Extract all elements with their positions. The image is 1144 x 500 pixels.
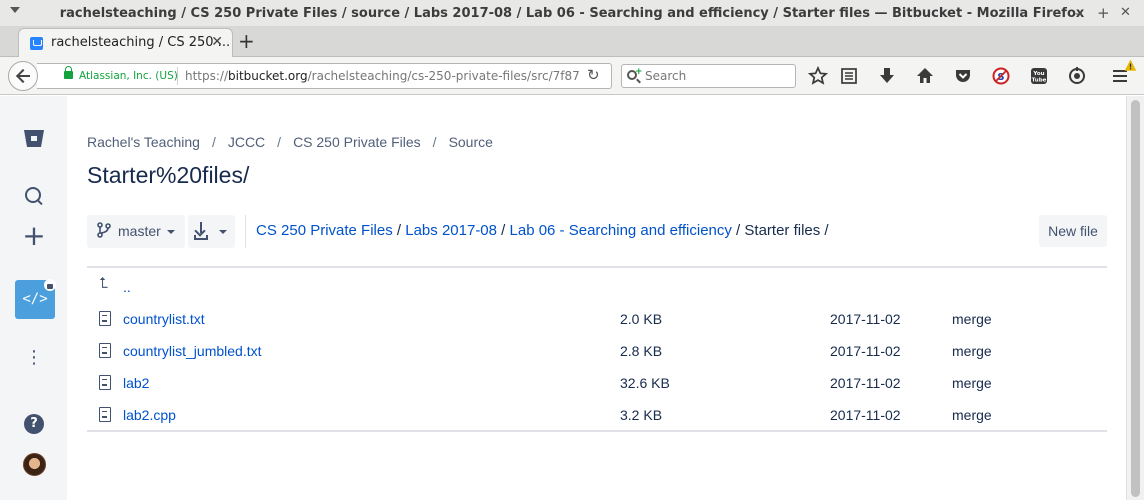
- breadcrumb-separator: /: [211, 134, 216, 150]
- file-name-link[interactable]: lab2.cpp: [123, 407, 176, 423]
- file-row[interactable]: countrylist_jumbled.txt 2.8 KB 2017-11-0…: [87, 341, 1107, 371]
- branch-selector[interactable]: master: [87, 215, 185, 248]
- user-avatar[interactable]: [23, 453, 46, 476]
- path-link-labs[interactable]: Labs 2017-08: [405, 222, 497, 239]
- ublock-icon[interactable]: S: [991, 66, 1011, 86]
- tab-close-icon[interactable]: ✕: [211, 34, 223, 50]
- file-size: 2.8 KB: [620, 343, 663, 359]
- warning-icon: [1124, 59, 1137, 71]
- extension-icon[interactable]: [1067, 66, 1087, 86]
- download-icon[interactable]: [877, 66, 897, 86]
- file-date: 2017-11-02: [830, 375, 901, 391]
- star-icon[interactable]: [808, 66, 828, 86]
- tab-strip: rachelsteaching / CS 250 ... ✕ +: [0, 27, 1144, 58]
- chevron-down-icon: [219, 230, 227, 234]
- tab-label: rachelsteaching / CS 250 ...: [51, 35, 231, 50]
- breadcrumb-item-source[interactable]: Source: [449, 134, 493, 150]
- chevron-down-icon: [167, 230, 175, 234]
- search-input[interactable]: [645, 67, 790, 85]
- new-tab-button[interactable]: +: [238, 30, 255, 52]
- minimize-button[interactable]: –: [1075, 4, 1083, 22]
- file-size: 3.2 KB: [620, 407, 663, 423]
- window-titlebar: rachelsteaching / CS 250 Private Files /…: [0, 0, 1144, 27]
- breadcrumb-item-project[interactable]: JCCC: [228, 134, 265, 150]
- parent-directory-link[interactable]: ..: [123, 279, 131, 295]
- tab-bitbucket[interactable]: rachelsteaching / CS 250 ... ✕: [18, 28, 233, 58]
- more-icon[interactable]: ⋮: [22, 346, 46, 370]
- file-table-bottom-border: [87, 430, 1107, 432]
- commit-message: merge: [952, 375, 992, 391]
- commit-message: merge: [952, 407, 992, 423]
- url-text[interactable]: https://bitbucket.org/rachelsteaching/cs…: [185, 69, 580, 83]
- help-icon[interactable]: ?: [24, 414, 44, 434]
- bitbucket-favicon-icon: [30, 37, 43, 50]
- search-engine-add-icon: +: [635, 67, 643, 77]
- file-size: 32.6 KB: [620, 375, 670, 391]
- commit-message: merge: [952, 343, 992, 359]
- back-button[interactable]: [8, 61, 38, 91]
- pocket-icon[interactable]: [953, 66, 973, 86]
- file-name-link[interactable]: countrylist.txt: [123, 311, 205, 327]
- path-link-lab06[interactable]: Lab 06 - Searching and efficiency: [510, 222, 732, 239]
- toolbar-divider: [245, 215, 246, 248]
- parent-directory-row[interactable]: ⮤ ..: [87, 275, 1107, 305]
- path-link-repo[interactable]: CS 250 Private Files: [256, 222, 393, 239]
- breadcrumb-item-repo[interactable]: CS 250 Private Files: [293, 134, 421, 150]
- search-box[interactable]: +: [621, 64, 796, 88]
- file-name-link[interactable]: countrylist_jumbled.txt: [123, 343, 262, 359]
- private-lock-icon: [44, 279, 56, 291]
- url-separator: [177, 67, 178, 85]
- breadcrumb: Rachel's Teaching / JCCC / CS 250 Private Fi…: [87, 134, 493, 150]
- file-path-navigation: CS 250 Private Files / Labs 2017-08 / La…: [256, 222, 829, 239]
- file-icon: [99, 311, 111, 326]
- file-icon: [99, 407, 111, 422]
- scrollbar-thumb[interactable]: [1131, 100, 1140, 497]
- svg-text:Tube: Tube: [1032, 78, 1047, 84]
- search-icon[interactable]: [22, 185, 46, 209]
- download-button[interactable]: [188, 215, 235, 248]
- maximize-button[interactable]: +: [1097, 4, 1110, 22]
- branch-label: master: [118, 223, 161, 239]
- file-row[interactable]: lab2 32.6 KB 2017-11-02 merge: [87, 373, 1107, 403]
- breadcrumb-separator: /: [277, 134, 282, 150]
- file-name-link[interactable]: lab2: [123, 375, 149, 391]
- close-window-button[interactable]: ✕: [1120, 4, 1131, 22]
- page-title: Starter%20files/: [87, 162, 250, 188]
- file-icon: [99, 375, 111, 390]
- breadcrumb-item-team[interactable]: Rachel's Teaching: [87, 134, 200, 150]
- new-file-button[interactable]: New file: [1039, 215, 1107, 247]
- file-row[interactable]: countrylist.txt 2.0 KB 2017-11-02 merge: [87, 309, 1107, 339]
- create-plus-icon[interactable]: +: [22, 222, 46, 250]
- lock-icon[interactable]: [64, 66, 73, 79]
- navigation-toolbar: Atlassian, Inc. (US) https://bitbucket.o…: [0, 57, 1144, 95]
- file-icon: [99, 343, 111, 358]
- youtube-icon[interactable]: YouTube: [1029, 66, 1049, 86]
- file-size: 2.0 KB: [620, 311, 663, 327]
- site-identity[interactable]: Atlassian, Inc. (US): [79, 70, 178, 82]
- window-title: rachelsteaching / CS 250 Private Files /…: [59, 6, 1085, 21]
- breadcrumb-separator: /: [432, 134, 437, 150]
- path-current: Starter files: [744, 222, 821, 239]
- file-table-top-border: [87, 266, 1107, 268]
- file-date: 2017-11-02: [830, 407, 901, 423]
- url-bar[interactable]: Atlassian, Inc. (US) https://bitbucket.o…: [37, 63, 612, 89]
- commit-message: merge: [952, 311, 992, 327]
- bitbucket-logo-icon[interactable]: [24, 130, 44, 147]
- svg-text:You: You: [1032, 71, 1044, 77]
- parent-directory-icon: ⮤: [99, 275, 108, 292]
- reload-icon[interactable]: ↻: [587, 66, 600, 84]
- file-date: 2017-11-02: [830, 343, 901, 359]
- reading-list-icon[interactable]: [839, 66, 859, 86]
- home-icon[interactable]: [915, 66, 935, 86]
- file-date: 2017-11-02: [830, 311, 901, 327]
- page-scrollbar[interactable]: [1126, 96, 1144, 500]
- branch-icon: [97, 222, 111, 238]
